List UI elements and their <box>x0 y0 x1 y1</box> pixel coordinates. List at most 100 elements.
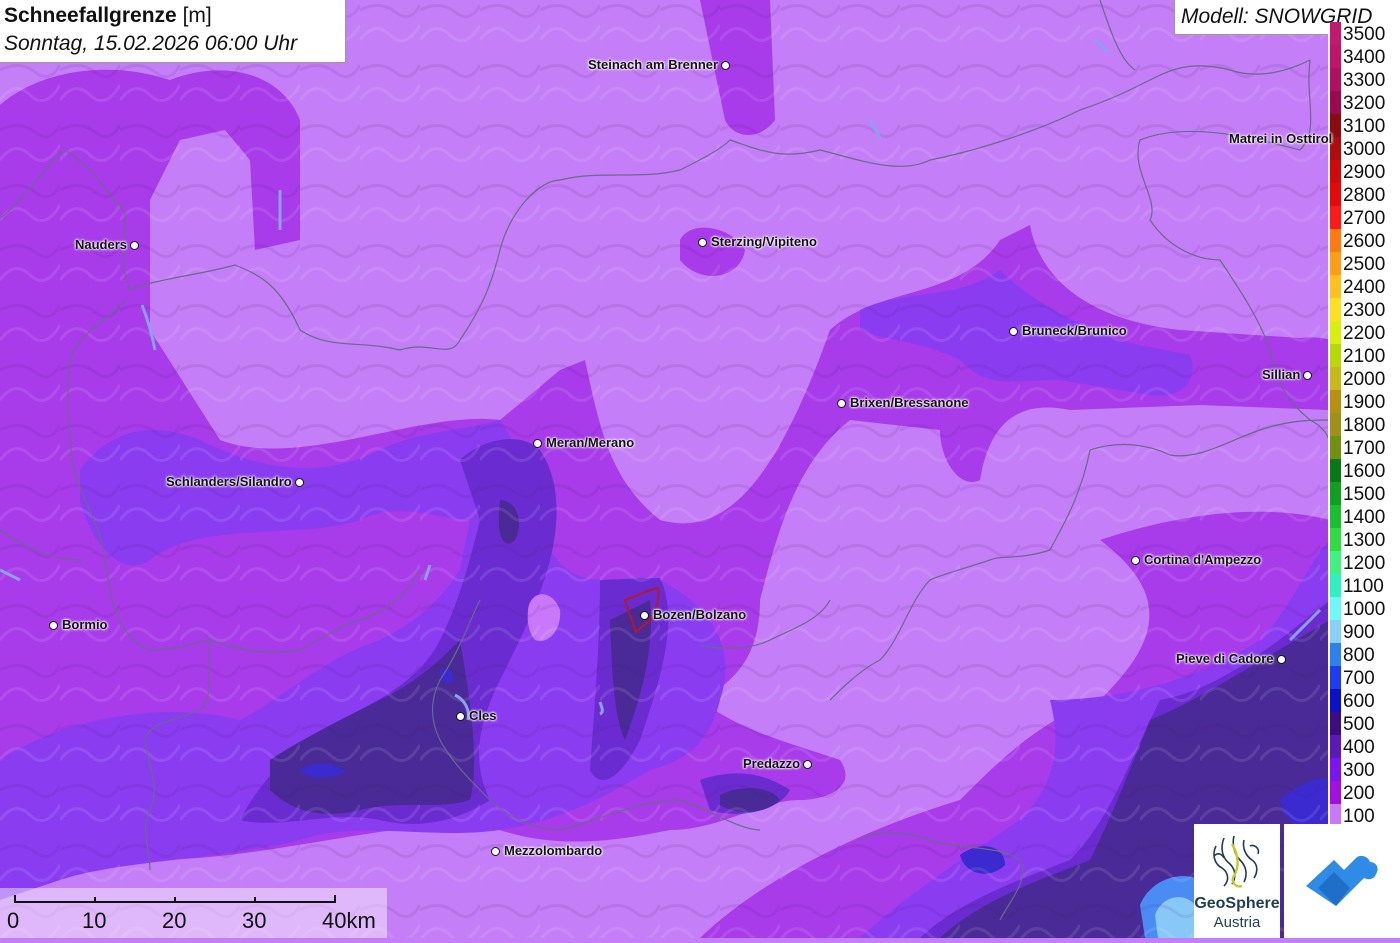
legend-label: 3200 <box>1343 93 1386 114</box>
legend-label: 2200 <box>1343 323 1386 344</box>
legend-swatch <box>1330 505 1341 528</box>
place-label: Nauders <box>75 237 128 252</box>
mountain-cloud-icon <box>1306 855 1378 906</box>
legend-row: 2500 <box>1328 252 1400 275</box>
legend-swatch <box>1330 298 1341 321</box>
geosphere-logo-subtext: Austria <box>1213 914 1261 931</box>
place-dot[interactable] <box>698 238 707 247</box>
legend-row: 1400 <box>1328 505 1400 528</box>
legend-swatch <box>1330 758 1341 781</box>
legend-row: 400 <box>1328 735 1400 758</box>
place-dot[interactable] <box>1009 327 1018 336</box>
legend-swatch <box>1330 666 1341 689</box>
place-label: Mezzolombardo <box>504 843 603 858</box>
legend-label: 3000 <box>1343 139 1386 160</box>
legend-label: 2000 <box>1343 369 1386 390</box>
legend-swatch <box>1330 551 1341 574</box>
place-label: Meran/Merano <box>546 435 635 450</box>
legend-row: 300 <box>1328 758 1400 781</box>
place-dot[interactable] <box>533 439 542 448</box>
legend-swatch <box>1330 321 1341 344</box>
scale-tick <box>254 897 256 903</box>
legend-swatch <box>1330 413 1341 436</box>
geosphere-logo-text: GeoSphere <box>1194 895 1280 912</box>
legend-swatch <box>1330 781 1341 804</box>
legend-swatch <box>1330 735 1341 758</box>
legend-label: 200 <box>1343 783 1375 804</box>
legend-label: 1500 <box>1343 484 1386 505</box>
place-dot[interactable] <box>49 621 58 630</box>
legend-row: 3400 <box>1328 45 1400 68</box>
legend-row: 500 <box>1328 712 1400 735</box>
legend-swatch <box>1330 206 1341 229</box>
legend-row: 1500 <box>1328 482 1400 505</box>
scale-label-20: 20 <box>162 908 187 933</box>
scale-tick <box>94 897 96 903</box>
map-datetime: Sonntag, 15.02.2026 06:00 Uhr <box>4 32 298 55</box>
place-dot[interactable] <box>130 241 139 250</box>
place-label: Brixen/Bressanone <box>850 395 969 410</box>
legend-row: 3300 <box>1328 68 1400 91</box>
map-title: Schneefallgrenze [m] <box>4 4 212 28</box>
place-label: Sterzing/Vipiteno <box>711 234 817 249</box>
legend-row: 1100 <box>1328 574 1400 597</box>
place-label: Bruneck/Brunico <box>1022 323 1127 338</box>
legend-row: 1300 <box>1328 528 1400 551</box>
legend-swatch <box>1330 390 1341 413</box>
legend-swatch <box>1330 68 1341 91</box>
legend-label: 900 <box>1343 622 1375 643</box>
geosphere-austria-logo[interactable]: GeoSphere Austria <box>1194 824 1280 938</box>
place-dot[interactable] <box>803 760 812 769</box>
legend-label: 2300 <box>1343 300 1386 321</box>
partner-logo[interactable] <box>1284 824 1400 938</box>
legend-label: 1300 <box>1343 530 1386 551</box>
place-label: Sillian <box>1262 367 1301 382</box>
scale-tick <box>174 897 176 903</box>
place-dot[interactable] <box>640 611 649 620</box>
place-dot[interactable] <box>456 712 465 721</box>
legend-label: 1800 <box>1343 415 1386 436</box>
legend-swatch <box>1330 712 1341 735</box>
place-label: Matrei in Osttirol <box>1229 131 1333 146</box>
scale-label-30: 30 <box>242 908 267 933</box>
place-dot[interactable] <box>295 478 304 487</box>
snowline-map[interactable] <box>0 0 1400 938</box>
legend-label: 700 <box>1343 668 1375 689</box>
legend-swatch <box>1330 22 1341 45</box>
place-dot[interactable] <box>1303 371 1312 380</box>
legend-row: 600 <box>1328 689 1400 712</box>
place-label: Bozen/Bolzano <box>653 607 747 622</box>
legend-row: 2700 <box>1328 206 1400 229</box>
legend-label: 1900 <box>1343 392 1386 413</box>
legend-swatch <box>1330 183 1341 206</box>
place-dot[interactable] <box>1277 655 1286 664</box>
legend-row: 1600 <box>1328 459 1400 482</box>
legend-row: 2400 <box>1328 275 1400 298</box>
legend-swatch <box>1330 436 1341 459</box>
legend-label: 1000 <box>1343 599 1386 620</box>
legend-label: 3100 <box>1343 116 1386 137</box>
place-label: Cortina d'Ampezzo <box>1144 552 1262 567</box>
legend-swatch <box>1330 482 1341 505</box>
terrain-relief <box>0 0 1400 938</box>
place-dot[interactable] <box>721 61 730 70</box>
place-label: Steinach am Brenner <box>588 57 719 72</box>
map-title-unit: [m] <box>182 4 212 27</box>
place-label: Bormio <box>62 617 108 632</box>
legend-row: 2900 <box>1328 160 1400 183</box>
legend-label: 1600 <box>1343 461 1386 482</box>
legend-swatch <box>1330 643 1341 666</box>
legend-label: 500 <box>1343 714 1375 735</box>
place-dot[interactable] <box>1131 556 1140 565</box>
legend-swatch <box>1330 275 1341 298</box>
legend-label: 400 <box>1343 737 1375 758</box>
legend-label: 800 <box>1343 645 1375 666</box>
place-dot[interactable] <box>491 847 500 856</box>
legend-label: 1200 <box>1343 553 1386 574</box>
place-dot[interactable] <box>837 399 846 408</box>
legend-row: 2300 <box>1328 298 1400 321</box>
legend-label: 2900 <box>1343 162 1386 183</box>
legend-swatch <box>1330 160 1341 183</box>
legend-label: 1400 <box>1343 507 1386 528</box>
legend-swatch <box>1330 689 1341 712</box>
